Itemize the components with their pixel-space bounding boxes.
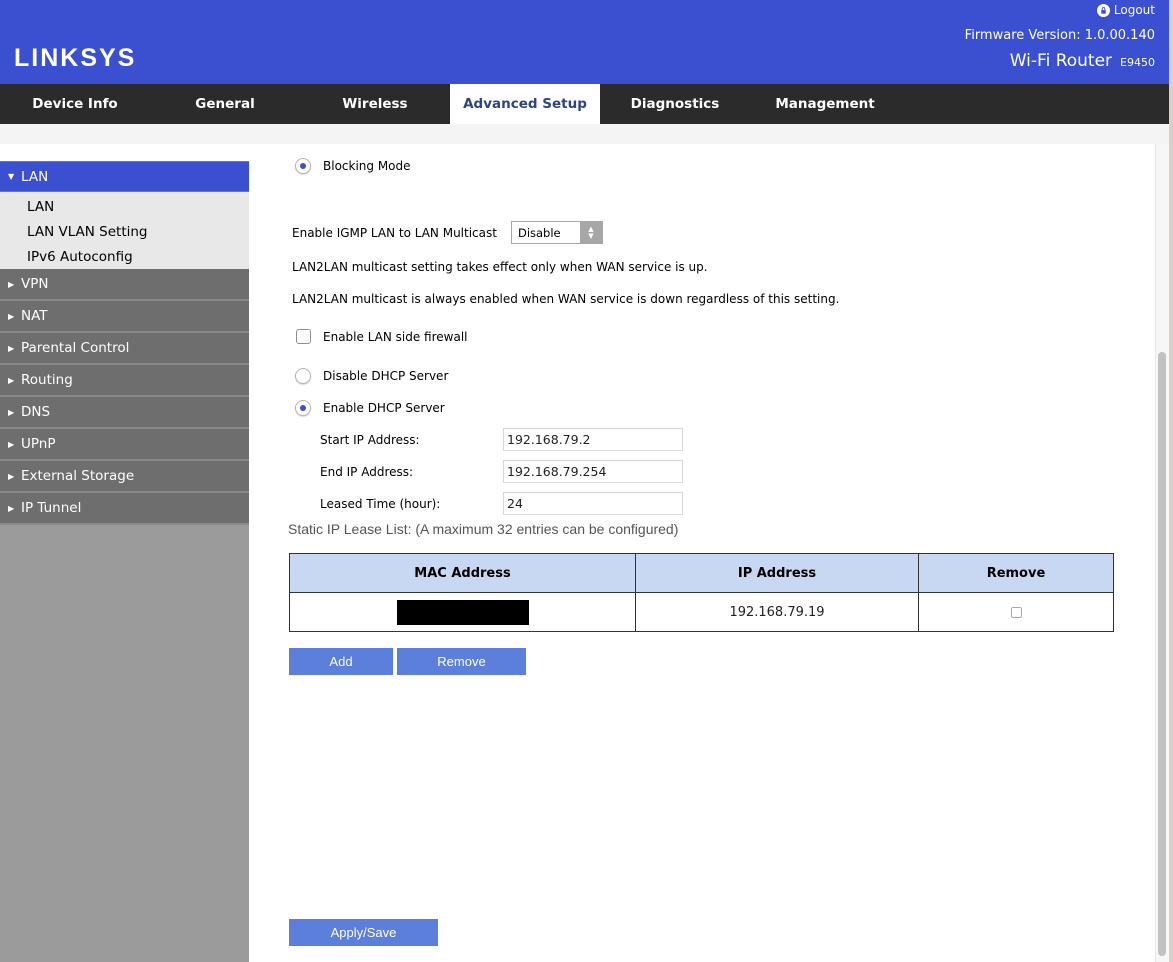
disable-dhcp-label: Disable DHCP Server	[323, 369, 449, 383]
tab-wireless[interactable]: Wireless	[300, 84, 450, 124]
sidebar-group-label: LAN	[21, 168, 49, 185]
caret-right-icon: ▶	[8, 375, 15, 385]
sidebar-group-ip-tunnel[interactable]: ▶ IP Tunnel	[0, 493, 249, 525]
sidebar-group-parental-control[interactable]: ▶ Parental Control	[0, 333, 249, 365]
static-lease-note: Static IP Lease List: (A maximum 32 entr…	[288, 521, 679, 537]
caret-right-icon: ▶	[8, 439, 15, 449]
sidebar-item-ipv6-autoconfig[interactable]: IPv6 Autoconfig	[0, 244, 249, 269]
model-number: E9450	[1120, 56, 1155, 69]
igmp-select[interactable]: Disable ▲ ▼	[510, 221, 603, 244]
table-header-row: MAC Address IP Address Remove	[289, 553, 1114, 593]
igmp-label: Enable IGMP LAN to LAN Multicast	[292, 225, 497, 240]
tab-general[interactable]: General	[150, 84, 300, 124]
sidebar-group-vpn[interactable]: ▶ VPN	[0, 269, 249, 301]
lan-firewall-checkbox[interactable]	[296, 329, 311, 344]
scroll-thumb[interactable]	[1158, 352, 1166, 956]
sidebar-submenu: LAN LAN VLAN Setting IPv6 Autoconfig	[0, 192, 249, 269]
enable-dhcp-option: Enable DHCP Server	[295, 400, 445, 416]
enable-dhcp-label: Enable DHCP Server	[323, 401, 445, 415]
blocking-mode-label: Blocking Mode	[323, 159, 411, 173]
start-ip-input[interactable]	[503, 428, 683, 451]
tab-advanced-setup[interactable]: Advanced Setup	[450, 84, 600, 124]
col-mac-address: MAC Address	[289, 553, 636, 593]
main-content: Blocking Mode Enable IGMP LAN to LAN Mul…	[249, 144, 1155, 962]
sidebar: ▼ LAN LAN LAN VLAN Setting IPv6 Autoconf…	[0, 144, 249, 962]
blocking-mode-option: Blocking Mode	[295, 158, 411, 174]
add-button[interactable]: Add	[289, 648, 393, 675]
ip-cell: 192.168.79.19	[635, 592, 919, 632]
blocking-mode-radio[interactable]	[295, 158, 311, 174]
lease-time-input[interactable]	[503, 492, 683, 515]
sidebar-group-lan[interactable]: ▼ LAN	[0, 161, 249, 192]
remove-button[interactable]: Remove	[397, 648, 526, 675]
caret-right-icon: ▶	[8, 279, 15, 289]
multicast-note-2: LAN2LAN multicast is always enabled when…	[292, 292, 840, 306]
header-banner: LINKSYS Logout Firmware Version: 1.0.00.…	[0, 0, 1169, 84]
firmware-version: Firmware Version: 1.0.00.140	[964, 28, 1155, 43]
caret-right-icon: ▶	[8, 471, 15, 481]
tab-device-info[interactable]: Device Info	[0, 84, 150, 124]
sidebar-group-upnp[interactable]: ▶ UPnP	[0, 429, 249, 461]
lock-icon	[1096, 3, 1110, 17]
sidebar-item-lan-vlan-setting[interactable]: LAN VLAN Setting	[0, 219, 249, 244]
sidebar-group-nat[interactable]: ▶ NAT	[0, 301, 249, 333]
main-nav: Device Info General Wireless Advanced Se…	[0, 84, 1169, 124]
sidebar-item-lan[interactable]: LAN	[0, 194, 249, 219]
end-ip-label: End IP Address:	[320, 465, 414, 479]
sidebar-group-external-storage[interactable]: ▶ External Storage	[0, 461, 249, 493]
redacted-mac	[396, 599, 529, 625]
linksys-logo: LINKSYS	[14, 44, 137, 72]
caret-down-icon: ▼	[8, 172, 15, 181]
static-lease-table: MAC Address IP Address Remove 192.168.79…	[289, 553, 1114, 632]
updown-arrows-icon: ▲ ▼	[579, 222, 602, 243]
router-title: Wi-Fi Router E9450	[1010, 51, 1155, 71]
end-ip-input[interactable]	[503, 460, 683, 483]
lease-time-label: Leased Time (hour):	[320, 497, 441, 511]
product-name: Wi-Fi Router	[1009, 51, 1113, 71]
caret-right-icon: ▶	[8, 343, 15, 353]
remove-cell	[918, 592, 1114, 632]
enable-dhcp-radio[interactable]	[295, 400, 311, 416]
tab-management[interactable]: Management	[750, 84, 900, 124]
caret-right-icon: ▶	[8, 407, 15, 417]
igmp-select-value: Disable	[517, 225, 561, 240]
mac-cell	[289, 592, 636, 632]
start-ip-label: Start IP Address:	[320, 433, 420, 447]
sidebar-group-routing[interactable]: ▶ Routing	[0, 365, 249, 397]
logout-label: Logout	[1113, 3, 1155, 17]
vertical-scrollbar[interactable]	[1155, 144, 1169, 962]
caret-right-icon: ▶	[8, 311, 15, 321]
firewall-option: Enable LAN side firewall	[296, 329, 468, 344]
tab-diagnostics[interactable]: Diagnostics	[600, 84, 750, 124]
multicast-note-1: LAN2LAN multicast setting takes effect o…	[292, 260, 708, 274]
disable-dhcp-radio[interactable]	[295, 368, 311, 384]
apply-save-button[interactable]: Apply/Save	[289, 919, 438, 946]
remove-row-checkbox[interactable]	[1010, 606, 1022, 618]
caret-right-icon: ▶	[8, 503, 15, 513]
subbar	[0, 124, 1169, 144]
table-row: 192.168.79.19	[289, 592, 1114, 632]
disable-dhcp-option: Disable DHCP Server	[295, 368, 448, 384]
col-ip-address: IP Address	[635, 553, 919, 593]
col-remove: Remove	[918, 553, 1114, 593]
igmp-row: Enable IGMP LAN to LAN Multicast Disable…	[292, 221, 603, 244]
lan-firewall-label: Enable LAN side firewall	[323, 329, 468, 344]
sidebar-group-dns[interactable]: ▶ DNS	[0, 397, 249, 429]
logout-link[interactable]: Logout	[1096, 3, 1155, 17]
